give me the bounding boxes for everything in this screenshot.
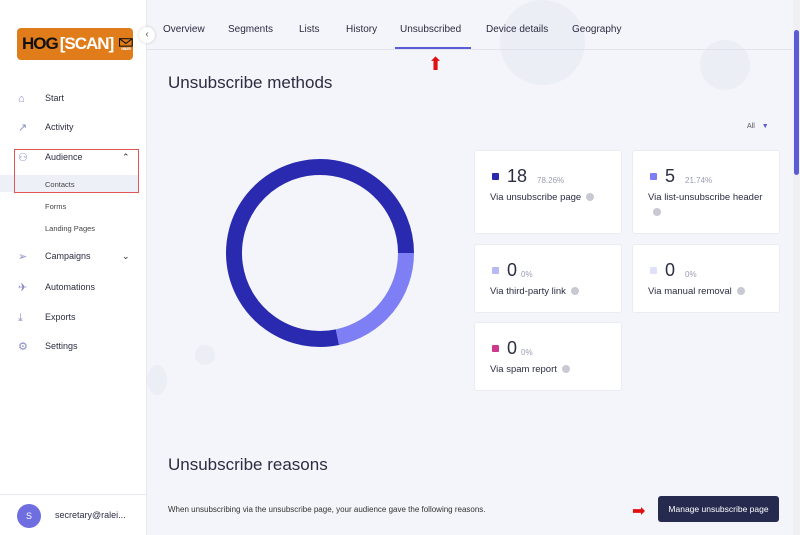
- method-count: 0: [507, 260, 518, 280]
- reasons-description: When unsubscribing via the unsubscribe p…: [168, 505, 486, 514]
- avatar: S: [17, 504, 41, 528]
- method-card: 0 0% Via third-party link: [474, 244, 622, 313]
- info-icon[interactable]: [561, 365, 570, 374]
- method-card: 5 21.74% Via list-unsubscribe header: [632, 150, 780, 234]
- scrollbar-thumb[interactable]: [794, 30, 799, 175]
- active-tab-indicator: [395, 47, 471, 49]
- tab-overview[interactable]: Overview: [163, 24, 205, 35]
- download-icon: ⤓: [18, 312, 23, 324]
- tab-device-details[interactable]: Device details: [486, 24, 548, 35]
- info-icon[interactable]: [736, 287, 745, 296]
- legend-swatch: [650, 267, 657, 274]
- collapse-sidebar-button[interactable]: ‹: [139, 27, 155, 43]
- user-menu[interactable]: Ssecretary@ralei...: [0, 494, 147, 535]
- legend-swatch: [492, 345, 499, 352]
- method-count: 0: [665, 260, 676, 280]
- tab-history[interactable]: History: [346, 24, 377, 35]
- donut-slice[interactable]: [335, 252, 414, 346]
- method-label: Via spam report: [490, 364, 557, 375]
- gear-icon: ⚙: [18, 341, 28, 353]
- method-percent: 0%: [521, 270, 533, 279]
- method-label: Via list-unsubscribe header: [648, 192, 763, 203]
- user-email: secretary@ralei...: [55, 510, 126, 520]
- method-label: Via third-party link: [490, 286, 566, 297]
- logo[interactable]: HOG [SCAN] MAILER: [17, 28, 133, 60]
- tab-unsubscribed[interactable]: Unsubscribed: [400, 24, 461, 35]
- method-percent: 78.26%: [537, 176, 565, 185]
- method-card: 18 78.26% Via unsubscribe page: [474, 150, 622, 234]
- method-percent: 0%: [685, 270, 697, 279]
- tab-geography[interactable]: Geography: [572, 24, 621, 35]
- send-icon: ➢: [18, 251, 28, 263]
- methods-title: Unsubscribe methods: [168, 73, 333, 92]
- tab-bar: Overview Segments Lists History Unsubscr…: [147, 0, 792, 50]
- sidebar-item-landing-pages[interactable]: Landing Pages: [45, 224, 95, 233]
- reasons-title: Unsubscribe reasons: [168, 455, 328, 474]
- caret-down-icon: ▼: [761, 123, 769, 130]
- method-count: 5: [665, 166, 676, 186]
- info-icon[interactable]: [586, 193, 595, 202]
- sidebar-item-forms[interactable]: Forms: [45, 202, 66, 211]
- sidebar: HOG [SCAN] MAILER ⌂ Start ↗ Activity ⚇ Audie…: [0, 0, 147, 535]
- method-card: 0 0% Via manual removal: [632, 244, 780, 313]
- method-card: 0 0% Via spam report: [474, 322, 622, 391]
- legend-swatch: [492, 173, 499, 180]
- method-count: 18: [507, 166, 528, 186]
- rocket-icon: ✈: [18, 282, 28, 294]
- manage-unsubscribe-page-button[interactable]: Manage unsubscribe page: [658, 496, 779, 522]
- donut-chart: [226, 159, 414, 347]
- method-count: 0: [507, 338, 518, 358]
- method-label: Via manual removal: [648, 286, 732, 297]
- tab-segments[interactable]: Segments: [228, 24, 273, 35]
- method-percent: 0%: [521, 348, 533, 357]
- method-label: Via unsubscribe page: [490, 192, 582, 203]
- filter-dropdown[interactable]: All ▼: [747, 120, 769, 130]
- info-icon[interactable]: [570, 287, 579, 296]
- legend-swatch: [650, 173, 657, 180]
- svg-text:MAILER: MAILER: [122, 47, 132, 51]
- home-icon: ⌂: [18, 93, 25, 105]
- info-icon[interactable]: [653, 208, 661, 217]
- chevron-down-icon: ⌄: [122, 251, 130, 261]
- chart-icon: ↗: [18, 122, 28, 134]
- highlight-box: [14, 149, 139, 193]
- arrow-right-icon: ➡: [632, 503, 646, 520]
- method-percent: 21.74%: [685, 176, 713, 185]
- arrow-up-icon: ⬆: [428, 54, 444, 74]
- legend-swatch: [492, 267, 499, 274]
- tab-lists[interactable]: Lists: [299, 24, 320, 35]
